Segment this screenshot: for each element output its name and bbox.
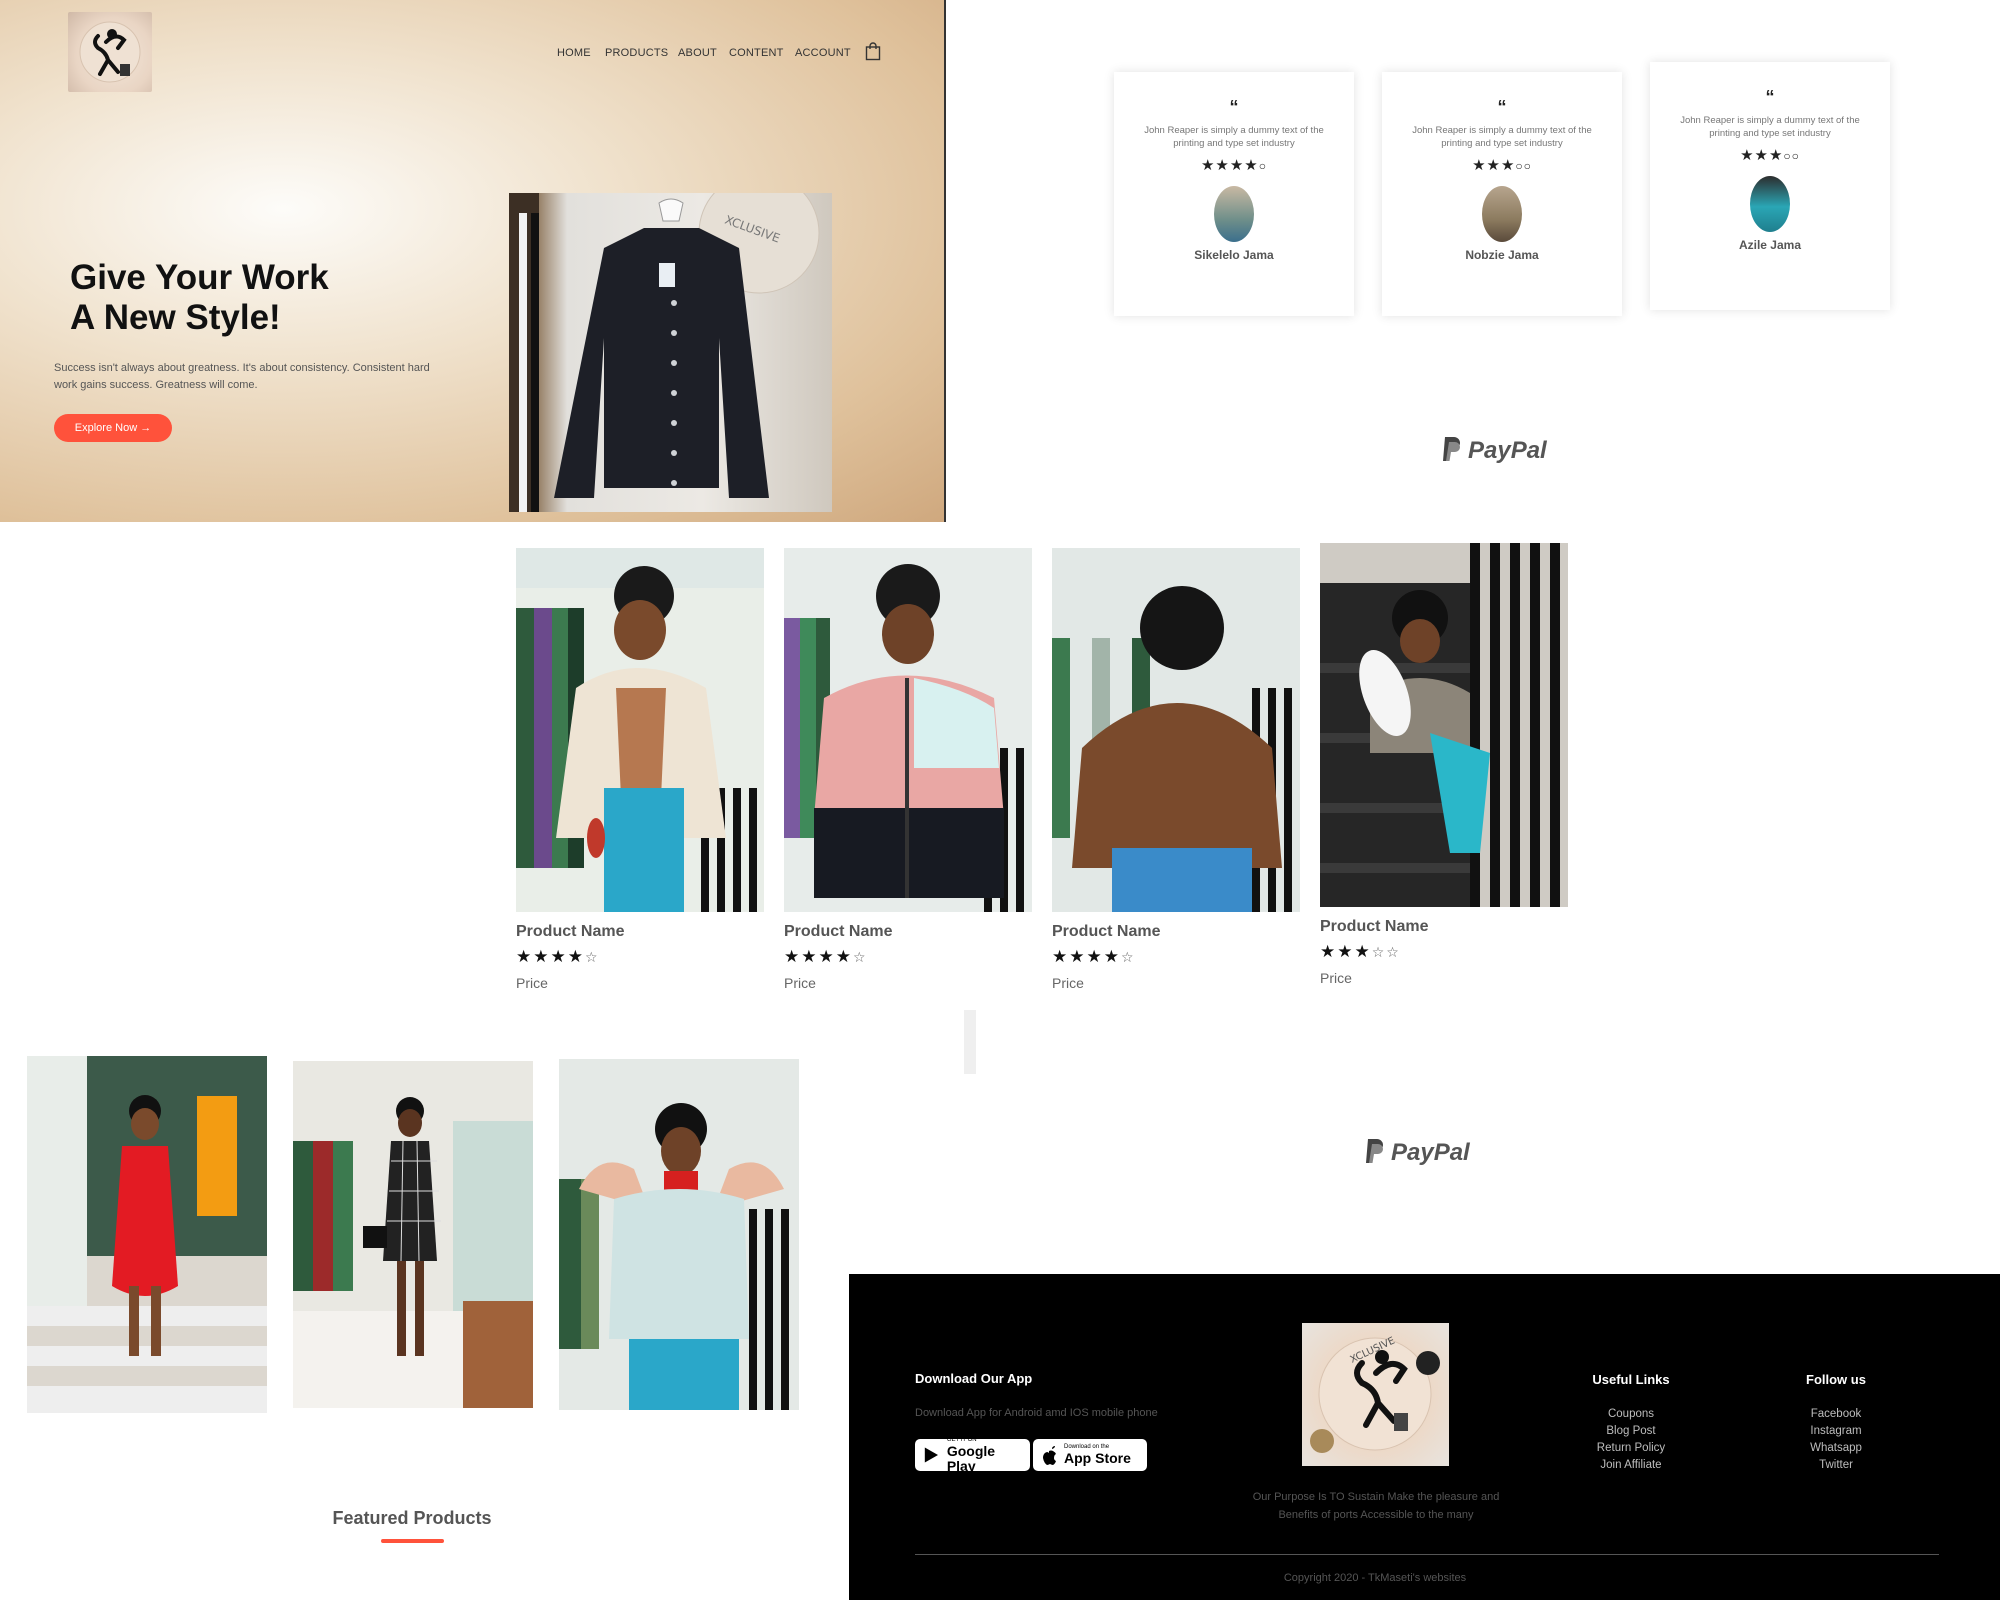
paypal-logo: PayPal: [1365, 1138, 1470, 1167]
quote-mark: “: [1765, 87, 1775, 107]
star-filled-icon: ★★★★: [1052, 947, 1121, 967]
product-price: Price: [1320, 970, 1352, 986]
paypal-text: PayPal: [1391, 1139, 1470, 1166]
product-rating: ★★★★☆: [784, 947, 868, 967]
google-play-icon: [924, 1447, 939, 1463]
follow-links-list: Facebook Instagram Whatsapp Twitter: [1786, 1406, 1886, 1474]
star-filled-icon: ★★★★: [516, 947, 585, 967]
star-rating: ★★★★○: [1114, 156, 1354, 174]
nav-content[interactable]: CONTENT: [729, 47, 784, 59]
site-logo[interactable]: [68, 12, 152, 92]
product-image[interactable]: [1052, 548, 1300, 912]
footer-app-text: Download App for Android amd IOS mobile …: [915, 1407, 1158, 1419]
paypal-icon: [1443, 437, 1460, 461]
star-empty-icon: ☆: [852, 950, 868, 966]
paypal-icon: [1366, 1139, 1383, 1163]
product-rating: ★★★★☆: [516, 947, 600, 967]
google-play-button[interactable]: GET IT ON Google Play: [915, 1437, 1030, 1474]
useful-links-list: Coupons Blog Post Return Policy Join Aff…: [1581, 1406, 1681, 1474]
product-rating: ★★★☆☆: [1320, 942, 1401, 962]
testimonial-name: Azile Jama: [1738, 238, 1802, 252]
product-price: Price: [1052, 975, 1084, 991]
footer-purpose-line1: Our Purpose Is TO Sustain Make the pleas…: [1252, 1491, 1500, 1503]
star-filled-icon: ★★★: [1472, 157, 1516, 174]
featured-products-title: Featured Products: [332, 1508, 492, 1528]
footer-logo[interactable]: XCLUSIVE: [1302, 1323, 1449, 1466]
featured-photo[interactable]: [559, 1059, 799, 1410]
divider: [964, 1010, 976, 1074]
star-filled-icon: ★★★★: [1200, 157, 1259, 174]
nav-account[interactable]: ACCOUNT: [795, 47, 851, 59]
featured-photo[interactable]: [293, 1061, 533, 1408]
star-filled-icon: ★★★: [1320, 942, 1372, 962]
product-name[interactable]: Product Name: [784, 923, 892, 941]
nav-products[interactable]: PRODUCTS: [605, 47, 668, 59]
product-rating: ★★★★☆: [1052, 947, 1136, 967]
hero-subtitle: Success isn't always about greatness. It…: [54, 362, 430, 391]
testimonial-card: “ John Reaper is simply a dummy text of …: [1382, 72, 1622, 316]
link-whatsapp[interactable]: Whatsapp: [1786, 1440, 1886, 1457]
paypal-text: PayPal: [1468, 437, 1547, 464]
testimonial-name: Nobzie Jama: [1465, 248, 1539, 262]
link-return-policy[interactable]: Return Policy: [1581, 1440, 1681, 1457]
star-filled-icon: ★★★: [1740, 147, 1784, 164]
star-empty-icon: ○○: [1783, 149, 1800, 163]
hero-jacket-photo: XCLUSIVE: [509, 193, 832, 512]
footer-divider: [915, 1554, 1939, 1555]
link-coupons[interactable]: Coupons: [1581, 1406, 1681, 1423]
useful-links-heading: Useful Links: [1592, 1372, 1670, 1387]
testimonial-card: “ John Reaper is simply a dummy text of …: [1114, 72, 1354, 316]
app-store-big-text: App Store: [1064, 1450, 1131, 1466]
google-play-big-text: Google Play: [946, 1442, 996, 1474]
product-image[interactable]: [784, 548, 1032, 912]
link-blog-post[interactable]: Blog Post: [1581, 1423, 1681, 1440]
star-empty-icon: ○: [1258, 159, 1268, 173]
nav-home[interactable]: HOME: [557, 47, 591, 59]
hero-title-line1: Give Your Work: [70, 258, 329, 297]
quote-mark: “: [1497, 97, 1507, 117]
star-filled-icon: ★★★★: [784, 947, 853, 967]
paypal-logo: PayPal: [1442, 436, 1547, 465]
footer-purpose-text: Our Purpose Is TO Sustain Make the pleas…: [1215, 1488, 1537, 1524]
product-image[interactable]: [1320, 543, 1568, 907]
testimonial-text: John Reaper is simply a dummy text of th…: [1412, 125, 1592, 149]
avatar: [1214, 186, 1254, 242]
star-rating: ★★★○○: [1382, 156, 1622, 174]
nav-about[interactable]: ABOUT: [678, 47, 717, 59]
product-price: Price: [784, 975, 816, 991]
footer-purpose-line2: Benefits of ports Accessible to the many: [1278, 1509, 1474, 1521]
star-empty-icon: ○○: [1515, 159, 1532, 173]
hero-title-line2: A New Style!: [70, 298, 281, 337]
app-store-button[interactable]: Download on the App Store: [1033, 1439, 1147, 1471]
avatar: [1482, 186, 1522, 242]
link-twitter[interactable]: Twitter: [1786, 1457, 1886, 1474]
featured-photo[interactable]: [27, 1056, 267, 1413]
title-underline: [381, 1539, 444, 1543]
product-name[interactable]: Product Name: [516, 923, 624, 941]
follow-us-heading: Follow us: [1806, 1372, 1866, 1387]
product-name[interactable]: Product Name: [1052, 923, 1160, 941]
link-facebook[interactable]: Facebook: [1786, 1406, 1886, 1423]
link-instagram[interactable]: Instagram: [1786, 1423, 1886, 1440]
shopping-bag-icon[interactable]: [865, 42, 881, 65]
product-name[interactable]: Product Name: [1320, 918, 1428, 936]
testimonial-text: John Reaper is simply a dummy text of th…: [1144, 125, 1324, 149]
apple-icon: [1043, 1446, 1056, 1465]
star-empty-icon: ☆: [584, 950, 600, 966]
copyright-text: Copyright 2020 - TkMaseti's websites: [1283, 1572, 1467, 1584]
star-empty-icon: ☆☆: [1371, 945, 1401, 961]
product-price: Price: [516, 975, 548, 991]
star-rating: ★★★○○: [1650, 146, 1890, 164]
link-join-affiliate[interactable]: Join Affiliate: [1581, 1457, 1681, 1474]
testimonial-card: “ John Reaper is simply a dummy text of …: [1650, 62, 1890, 310]
testimonial-name: Sikelelo Jama: [1194, 248, 1274, 262]
hero-title: Give Your Work A New Style!: [70, 258, 329, 338]
product-image[interactable]: [516, 548, 764, 912]
explore-now-button[interactable]: Explore Now →: [54, 414, 172, 442]
quote-mark: “: [1229, 97, 1239, 117]
footer-app-heading: Download Our App: [915, 1371, 1033, 1386]
testimonial-text: John Reaper is simply a dummy text of th…: [1680, 115, 1860, 139]
star-empty-icon: ☆: [1120, 950, 1136, 966]
avatar: [1750, 176, 1790, 232]
